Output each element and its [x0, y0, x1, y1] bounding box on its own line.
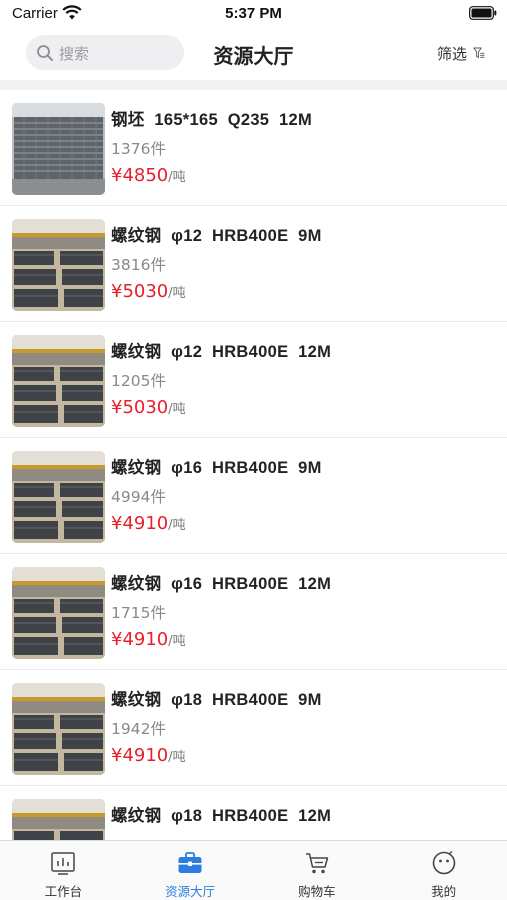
product-price: ¥4910/吨 [111, 629, 186, 650]
rebar-warehouse-image [12, 799, 105, 840]
rebar-warehouse-image [12, 335, 105, 427]
profile-face-icon [432, 850, 455, 875]
steel-billet-image [12, 103, 105, 195]
cart-icon [305, 853, 329, 874]
search-placeholder: 搜索 [59, 45, 90, 63]
status-bar: Carrier 5:37 PM [0, 0, 507, 28]
price-value: ¥4910 [111, 513, 169, 534]
product-thumbnail [12, 451, 105, 543]
list-item[interactable]: 螺纹钢 φ16 HRB400E 9M 4994件 ¥4910/吨 [0, 438, 507, 554]
tab-label: 工作台 [44, 884, 83, 899]
tab-bar: 工作台 资源大厅 购物车 我的 [0, 840, 507, 900]
product-thumbnail [12, 799, 105, 840]
product-title: 螺纹钢 φ12 HRB400E 12M [111, 343, 332, 361]
price-unit: /吨 [168, 402, 186, 417]
product-title: 螺纹钢 φ12 HRB400E 9M [111, 227, 322, 245]
battery-icon [469, 6, 497, 20]
product-title: 螺纹钢 φ16 HRB400E 12M [111, 575, 332, 593]
list-item[interactable]: 螺纹钢 φ18 HRB400E 9M 1942件 ¥4910/吨 [0, 670, 507, 786]
list-item[interactable]: 螺纹钢 φ16 HRB400E 12M 1715件 ¥4910/吨 [0, 554, 507, 670]
price-value: ¥5030 [111, 397, 169, 418]
tab-workbench[interactable]: 工作台 [0, 841, 127, 900]
tab-cart[interactable]: 购物车 [254, 841, 381, 900]
resource-list[interactable]: 钢坯 165*165 Q235 12M 1376件 ¥4850/吨 螺纹钢 φ1… [0, 90, 507, 840]
price-unit: /吨 [168, 750, 186, 765]
product-price: ¥4850/吨 [111, 165, 186, 186]
navigation-bar: 搜索 资源大厅 筛选 [0, 28, 507, 80]
briefcase-icon [178, 852, 202, 873]
clock: 5:37 PM [225, 5, 282, 22]
list-item[interactable]: 螺纹钢 φ12 HRB400E 12M 1205件 ¥5030/吨 [0, 322, 507, 438]
product-quantity: 3816件 [111, 256, 166, 274]
product-thumbnail [12, 103, 105, 195]
product-thumbnail [12, 567, 105, 659]
product-title: 钢坯 165*165 Q235 12M [111, 111, 313, 129]
product-quantity: 1715件 [111, 604, 166, 622]
filter-label: 筛选 [436, 44, 467, 63]
price-unit: /吨 [168, 170, 186, 185]
tab-label: 资源大厅 [165, 884, 216, 899]
price-unit: /吨 [168, 518, 186, 533]
product-quantity: 1376件 [111, 140, 166, 158]
product-price: ¥5030/吨 [111, 397, 186, 418]
list-item[interactable]: 螺纹钢 φ18 HRB400E 12M [0, 786, 507, 840]
tab-mine[interactable]: 我的 [380, 841, 507, 900]
product-price: ¥4910/吨 [111, 745, 186, 766]
product-thumbnail [12, 335, 105, 427]
rebar-warehouse-image [12, 219, 105, 311]
product-price: ¥5030/吨 [111, 281, 186, 302]
price-unit: /吨 [168, 286, 186, 301]
price-unit: /吨 [168, 634, 186, 649]
price-value: ¥4850 [111, 165, 169, 186]
product-quantity: 4994件 [111, 488, 166, 506]
product-title: 螺纹钢 φ18 HRB400E 9M [111, 691, 322, 709]
section-divider [0, 80, 507, 90]
list-item[interactable]: 螺纹钢 φ12 HRB400E 9M 3816件 ¥5030/吨 [0, 206, 507, 322]
chart-icon [51, 852, 76, 875]
tab-label: 购物车 [298, 884, 336, 899]
product-quantity: 1205件 [111, 372, 166, 390]
rebar-warehouse-image [12, 451, 105, 543]
filter-button[interactable]: 筛选 [437, 42, 485, 64]
product-price: ¥4910/吨 [111, 513, 186, 534]
product-title: 螺纹钢 φ16 HRB400E 9M [111, 459, 322, 477]
product-quantity: 1942件 [111, 720, 166, 738]
rebar-warehouse-image [12, 567, 105, 659]
price-value: ¥5030 [111, 281, 169, 302]
list-item[interactable]: 钢坯 165*165 Q235 12M 1376件 ¥4850/吨 [0, 90, 507, 206]
product-title: 螺纹钢 φ18 HRB400E 12M [111, 807, 332, 825]
rebar-warehouse-image [12, 683, 105, 775]
search-input[interactable]: 搜索 [26, 35, 184, 70]
price-value: ¥4910 [111, 629, 169, 650]
tab-resource-hall[interactable]: 资源大厅 [127, 841, 254, 900]
product-thumbnail [12, 683, 105, 775]
tab-label: 我的 [431, 884, 457, 899]
filter-icon [473, 47, 485, 59]
search-icon [37, 45, 53, 61]
price-value: ¥4910 [111, 745, 169, 766]
product-thumbnail [12, 219, 105, 311]
